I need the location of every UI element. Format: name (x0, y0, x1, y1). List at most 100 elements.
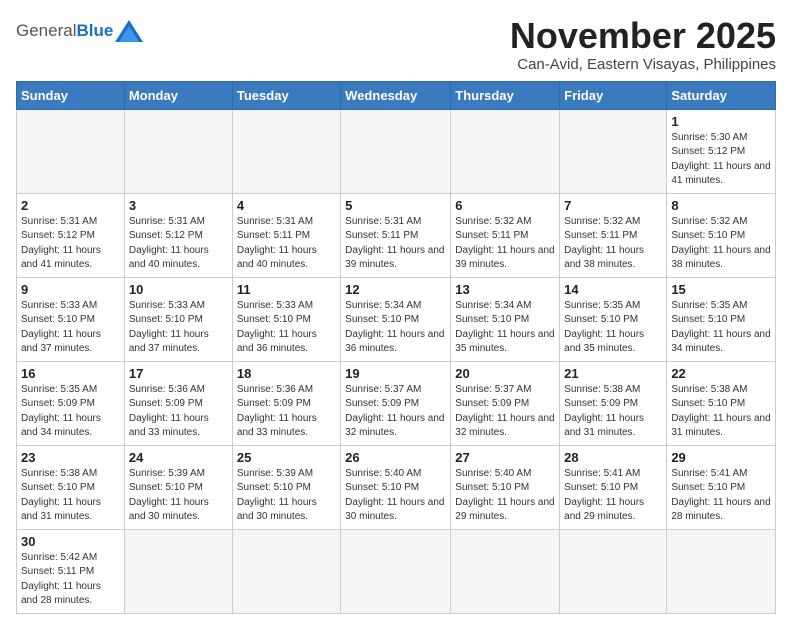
day-number: 24 (129, 450, 228, 465)
day-info: Sunrise: 5:38 AM Sunset: 5:09 PM Dayligh… (564, 383, 662, 441)
table-row: 17Sunrise: 5:36 AM Sunset: 5:09 PM Dayli… (124, 361, 232, 445)
day-info: Sunrise: 5:35 AM Sunset: 5:09 PM Dayligh… (21, 383, 120, 441)
table-row: 18Sunrise: 5:36 AM Sunset: 5:09 PM Dayli… (232, 361, 340, 445)
day-number: 30 (21, 534, 120, 549)
day-info: Sunrise: 5:34 AM Sunset: 5:10 PM Dayligh… (345, 299, 446, 357)
day-number: 12 (345, 282, 446, 297)
table-row: 13 Sunrise: 5:34 AM Sunset: 5:10 PM Dayli… (451, 277, 560, 361)
page-container: General Blue November 2025 Can-Avid, Eas… (16, 16, 776, 614)
day-info: Sunrise: 5:40 AM Sunset: 5:10 PM Dayligh… (455, 467, 555, 525)
calendar-row: 23 Sunrise: 5:38 AM Sunset: 5:10 PM Dayli… (17, 445, 776, 529)
day-number: 22 (671, 366, 771, 381)
day-info: Sunrise: 5:41 AM Sunset: 5:10 PM Dayligh… (564, 467, 662, 525)
header-thursday: Thursday (451, 81, 560, 109)
calendar-row: 30 Sunrise: 5:42 AM Sunset: 5:11 PM Dayli… (17, 529, 776, 613)
logo-icon (115, 20, 143, 42)
day-info: Sunrise: 5:33 AM Sunset: 5:10 PM Dayligh… (21, 299, 120, 357)
day-number: 8 (671, 198, 771, 213)
day-info: Sunrise: 5:38 AM Sunset: 5:10 PM Dayligh… (671, 383, 771, 441)
header-sunday: Sunday (17, 81, 125, 109)
table-row: 19Sunrise: 5:37 AM Sunset: 5:09 PM Dayli… (341, 361, 451, 445)
day-number: 2 (21, 198, 120, 213)
table-row (232, 109, 340, 193)
day-info: Sunrise: 5:32 AM Sunset: 5:11 PM Dayligh… (455, 215, 555, 273)
header-saturday: Saturday (667, 81, 776, 109)
day-number: 25 (237, 450, 336, 465)
day-info: Sunrise: 5:39 AM Sunset: 5:10 PM Dayligh… (237, 467, 336, 525)
weekday-header-row: Sunday Monday Tuesday Wednesday Thursday… (17, 81, 776, 109)
day-number: 15 (671, 282, 771, 297)
title-area: November 2025 Can-Avid, Eastern Visayas,… (510, 16, 776, 73)
table-row: 4Sunrise: 5:31 AM Sunset: 5:11 PM Daylig… (232, 193, 340, 277)
day-number: 7 (564, 198, 662, 213)
day-info: Sunrise: 5:31 AM Sunset: 5:12 PM Dayligh… (129, 215, 228, 273)
logo-general-text: General (16, 21, 76, 41)
day-info: Sunrise: 5:32 AM Sunset: 5:10 PM Dayligh… (671, 215, 771, 273)
day-number: 16 (21, 366, 120, 381)
day-number: 21 (564, 366, 662, 381)
table-row: 3Sunrise: 5:31 AM Sunset: 5:12 PM Daylig… (124, 193, 232, 277)
header-tuesday: Tuesday (232, 81, 340, 109)
day-number: 27 (455, 450, 555, 465)
header-monday: Monday (124, 81, 232, 109)
table-row (560, 529, 667, 613)
table-row (17, 109, 125, 193)
day-number: 14 (564, 282, 662, 297)
table-row: 30 Sunrise: 5:42 AM Sunset: 5:11 PM Dayli… (17, 529, 125, 613)
table-row: 1Sunrise: 5:30 AM Sunset: 5:12 PM Daylig… (667, 109, 776, 193)
table-row: 10 Sunrise: 5:33 AM Sunset: 5:10 PM Dayli… (124, 277, 232, 361)
calendar-table: Sunday Monday Tuesday Wednesday Thursday… (16, 81, 776, 614)
day-number: 4 (237, 198, 336, 213)
day-info: Sunrise: 5:33 AM Sunset: 5:10 PM Dayligh… (237, 299, 336, 357)
day-info: Sunrise: 5:33 AM Sunset: 5:10 PM Dayligh… (129, 299, 228, 357)
table-row: 20Sunrise: 5:37 AM Sunset: 5:09 PM Dayli… (451, 361, 560, 445)
table-row: 2 Sunrise: 5:31 AM Sunset: 5:12 PM Daylig… (17, 193, 125, 277)
table-row: 5 Sunrise: 5:31 AM Sunset: 5:11 PM Daylig… (341, 193, 451, 277)
day-number: 19 (345, 366, 446, 381)
table-row (341, 109, 451, 193)
table-row (232, 529, 340, 613)
table-row: 23 Sunrise: 5:38 AM Sunset: 5:10 PM Dayli… (17, 445, 125, 529)
table-row: 6Sunrise: 5:32 AM Sunset: 5:11 PM Daylig… (451, 193, 560, 277)
logo-area: General Blue (16, 16, 143, 42)
location-subtitle: Can-Avid, Eastern Visayas, Philippines (510, 56, 776, 73)
header: General Blue November 2025 Can-Avid, Eas… (16, 16, 776, 73)
day-number: 13 (455, 282, 555, 297)
logo-blue-text: Blue (76, 21, 113, 41)
calendar-row: 1Sunrise: 5:30 AM Sunset: 5:12 PM Daylig… (17, 109, 776, 193)
table-row: 29 Sunrise: 5:41 AM Sunset: 5:10 PM Dayli… (667, 445, 776, 529)
table-row: 26Sunrise: 5:40 AM Sunset: 5:10 PM Dayli… (341, 445, 451, 529)
day-number: 11 (237, 282, 336, 297)
day-info: Sunrise: 5:37 AM Sunset: 5:09 PM Dayligh… (455, 383, 555, 441)
table-row: 14 Sunrise: 5:35 AM Sunset: 5:10 PM Dayli… (560, 277, 667, 361)
day-info: Sunrise: 5:31 AM Sunset: 5:12 PM Dayligh… (21, 215, 120, 273)
table-row (560, 109, 667, 193)
table-row (451, 109, 560, 193)
table-row: 9 Sunrise: 5:33 AM Sunset: 5:10 PM Daylig… (17, 277, 125, 361)
calendar-row: 2 Sunrise: 5:31 AM Sunset: 5:12 PM Daylig… (17, 193, 776, 277)
table-row: 15 Sunrise: 5:35 AM Sunset: 5:10 PM Dayli… (667, 277, 776, 361)
day-info: Sunrise: 5:34 AM Sunset: 5:10 PM Dayligh… (455, 299, 555, 357)
day-info: Sunrise: 5:42 AM Sunset: 5:11 PM Dayligh… (21, 551, 120, 609)
day-info: Sunrise: 5:40 AM Sunset: 5:10 PM Dayligh… (345, 467, 446, 525)
table-row: 7Sunrise: 5:32 AM Sunset: 5:11 PM Daylig… (560, 193, 667, 277)
day-number: 5 (345, 198, 446, 213)
day-info: Sunrise: 5:41 AM Sunset: 5:10 PM Dayligh… (671, 467, 771, 525)
table-row (667, 529, 776, 613)
table-row (451, 529, 560, 613)
table-row (341, 529, 451, 613)
day-info: Sunrise: 5:35 AM Sunset: 5:10 PM Dayligh… (564, 299, 662, 357)
day-number: 29 (671, 450, 771, 465)
day-info: Sunrise: 5:31 AM Sunset: 5:11 PM Dayligh… (345, 215, 446, 273)
table-row: 12 Sunrise: 5:34 AM Sunset: 5:10 PM Dayli… (341, 277, 451, 361)
day-number: 23 (21, 450, 120, 465)
day-info: Sunrise: 5:35 AM Sunset: 5:10 PM Dayligh… (671, 299, 771, 357)
day-number: 9 (21, 282, 120, 297)
table-row: 11 Sunrise: 5:33 AM Sunset: 5:10 PM Dayli… (232, 277, 340, 361)
day-info: Sunrise: 5:36 AM Sunset: 5:09 PM Dayligh… (237, 383, 336, 441)
table-row: 22 Sunrise: 5:38 AM Sunset: 5:10 PM Dayli… (667, 361, 776, 445)
day-info: Sunrise: 5:38 AM Sunset: 5:10 PM Dayligh… (21, 467, 120, 525)
day-number: 10 (129, 282, 228, 297)
day-info: Sunrise: 5:30 AM Sunset: 5:12 PM Dayligh… (671, 131, 771, 189)
table-row: 25 Sunrise: 5:39 AM Sunset: 5:10 PM Dayli… (232, 445, 340, 529)
